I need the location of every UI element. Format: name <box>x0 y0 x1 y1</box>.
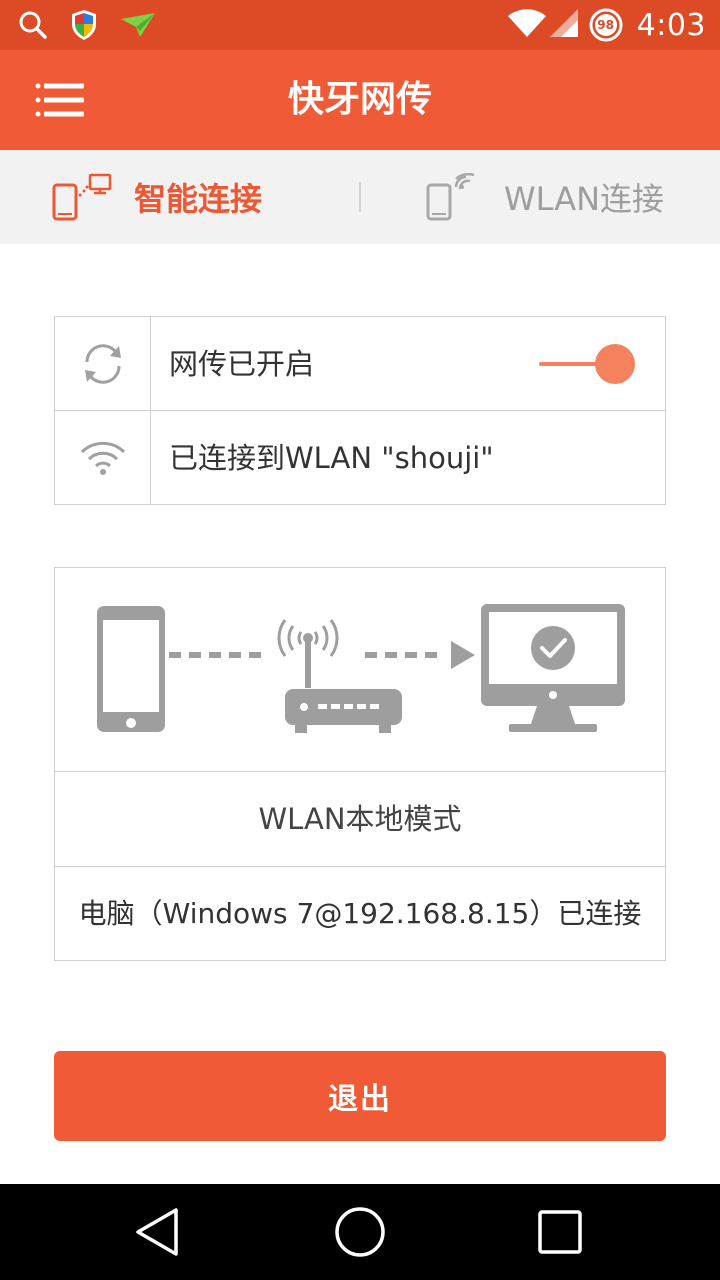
tab-wlan-connect[interactable]: WLAN连接 <box>426 150 664 244</box>
tab-smart-connect-label: 智能连接 <box>134 180 263 218</box>
transfer-status-row: 网传已开启 <box>55 317 665 411</box>
back-button[interactable] <box>128 1204 188 1260</box>
clock: 4:03 <box>636 7 706 43</box>
battery-level: 98 <box>597 18 614 32</box>
wifi-status-row: 已连接到WLAN "shouji" <box>55 411 665 505</box>
transfer-status-text: 网传已开启 <box>169 347 315 381</box>
paper-plane-icon <box>120 11 156 39</box>
wifi-icon <box>507 8 547 42</box>
dotted-arrow-left <box>169 652 261 658</box>
status-bar: 98 4:03 <box>0 0 720 50</box>
tab-wlan-connect-label: WLAN连接 <box>504 180 665 218</box>
tab-smart-connect[interactable]: 智能连接 <box>52 150 262 244</box>
phone-icon <box>97 606 165 732</box>
connection-tabs: 智能连接 WLAN连接 <box>0 150 720 244</box>
sync-icon <box>84 344 121 384</box>
shield-icon <box>70 9 98 41</box>
wifi-icon <box>80 441 125 475</box>
home-button[interactable] <box>330 1204 390 1260</box>
wifi-status-text: 已连接到WLAN "shouji" <box>169 441 494 475</box>
search-icon <box>18 10 48 40</box>
home-icon <box>335 1207 385 1257</box>
connection-status: 电脑（Windows 7@192.168.8.15）已连接 <box>78 897 642 930</box>
toggle-thumb <box>595 344 635 384</box>
battery-icon: 98 <box>589 8 623 42</box>
page-title: 快牙网传 <box>287 79 432 120</box>
recents-icon <box>538 1210 582 1254</box>
mode-title: WLAN本地模式 <box>55 772 665 867</box>
dotted-arrow-right <box>365 641 475 669</box>
cellular-signal-icon <box>549 8 579 42</box>
tab-divider <box>359 182 361 212</box>
mode-card: WLAN本地模式 电脑（Windows 7@192.168.8.15）已连接 <box>54 567 666 961</box>
router-icon <box>277 619 402 733</box>
status-card: 网传已开启 已连接到WLAN "shouji" <box>54 316 666 505</box>
transfer-toggle[interactable] <box>539 343 637 385</box>
phone-to-computer-icon <box>52 173 112 221</box>
app-bar: 快牙网传 <box>0 50 720 150</box>
navigation-bar <box>0 1184 720 1280</box>
connection-illustration <box>55 568 665 772</box>
monitor-check-icon <box>481 604 625 732</box>
exit-button[interactable]: 退出 <box>54 1051 666 1141</box>
back-icon <box>136 1208 178 1256</box>
recents-button[interactable] <box>530 1204 590 1260</box>
phone-wifi-icon <box>426 173 475 221</box>
